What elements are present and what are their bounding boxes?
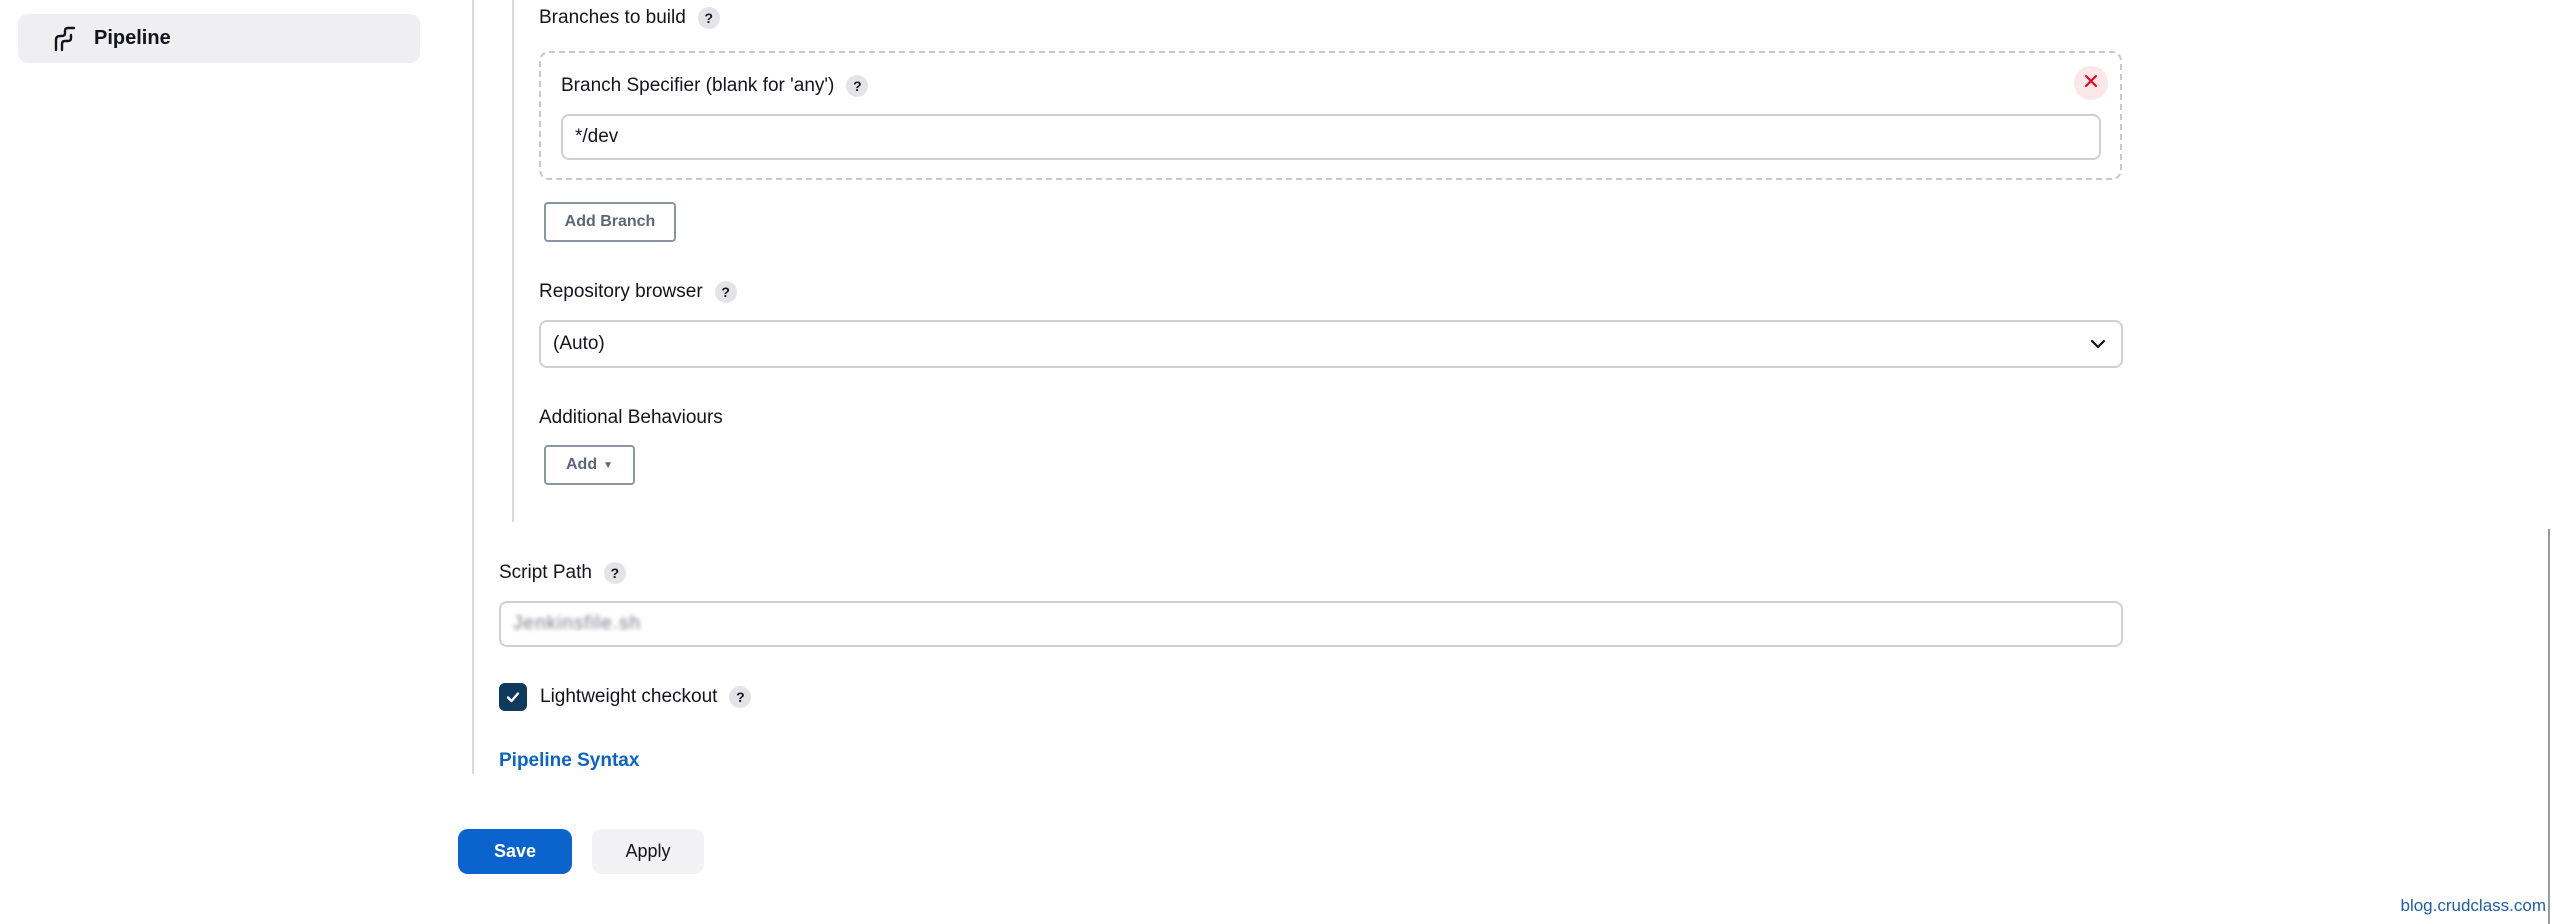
sidebar-item-pipeline[interactable]: Pipeline: [18, 14, 420, 63]
repository-browser-selected: (Auto): [553, 333, 605, 354]
help-icon[interactable]: ?: [714, 281, 737, 303]
nested-guide-line: [512, 0, 514, 522]
add-branch-button[interactable]: Add Branch: [544, 202, 676, 242]
scrollbar[interactable]: [2548, 529, 2550, 924]
pipeline-icon: [52, 26, 78, 52]
script-path-label: Script Path ?: [499, 559, 626, 587]
add-behaviour-button[interactable]: Add ▼: [544, 445, 635, 485]
pipeline-syntax-link[interactable]: Pipeline Syntax: [499, 750, 639, 772]
lightweight-checkout-checkbox[interactable]: [499, 683, 527, 711]
additional-behaviours-label: Additional Behaviours: [539, 407, 723, 428]
watermark: blog.crudclass.com: [2400, 896, 2546, 915]
script-path-value: Jenkinsfile.sh: [513, 613, 642, 634]
branches-to-build-label: Branches to build ?: [539, 4, 720, 32]
section-guide-line: [472, 0, 474, 774]
lightweight-checkout-label: Lightweight checkout ?: [540, 683, 752, 711]
save-button[interactable]: Save: [458, 829, 572, 874]
close-icon: [2083, 72, 2099, 95]
repository-browser-label: Repository browser ?: [539, 278, 737, 306]
sidebar-item-label: Pipeline: [94, 27, 171, 49]
checkmark-icon: [504, 688, 522, 706]
help-icon[interactable]: ?: [729, 686, 752, 708]
help-icon[interactable]: ?: [603, 562, 626, 584]
repository-browser-select[interactable]: (Auto): [539, 320, 2123, 368]
help-icon[interactable]: ?: [697, 7, 720, 29]
apply-button[interactable]: Apply: [592, 829, 704, 874]
script-path-input[interactable]: Jenkinsfile.sh: [499, 601, 2123, 647]
branch-specifier-value: */dev: [575, 126, 619, 147]
remove-branch-button[interactable]: [2074, 66, 2108, 100]
branch-specifier-input[interactable]: */dev: [561, 114, 2101, 160]
help-icon[interactable]: ?: [846, 75, 869, 97]
chevron-down-icon: [2089, 335, 2107, 353]
branch-specifier-label: Branch Specifier (blank for 'any') ?: [561, 72, 869, 100]
caret-down-icon: ▼: [603, 459, 613, 471]
